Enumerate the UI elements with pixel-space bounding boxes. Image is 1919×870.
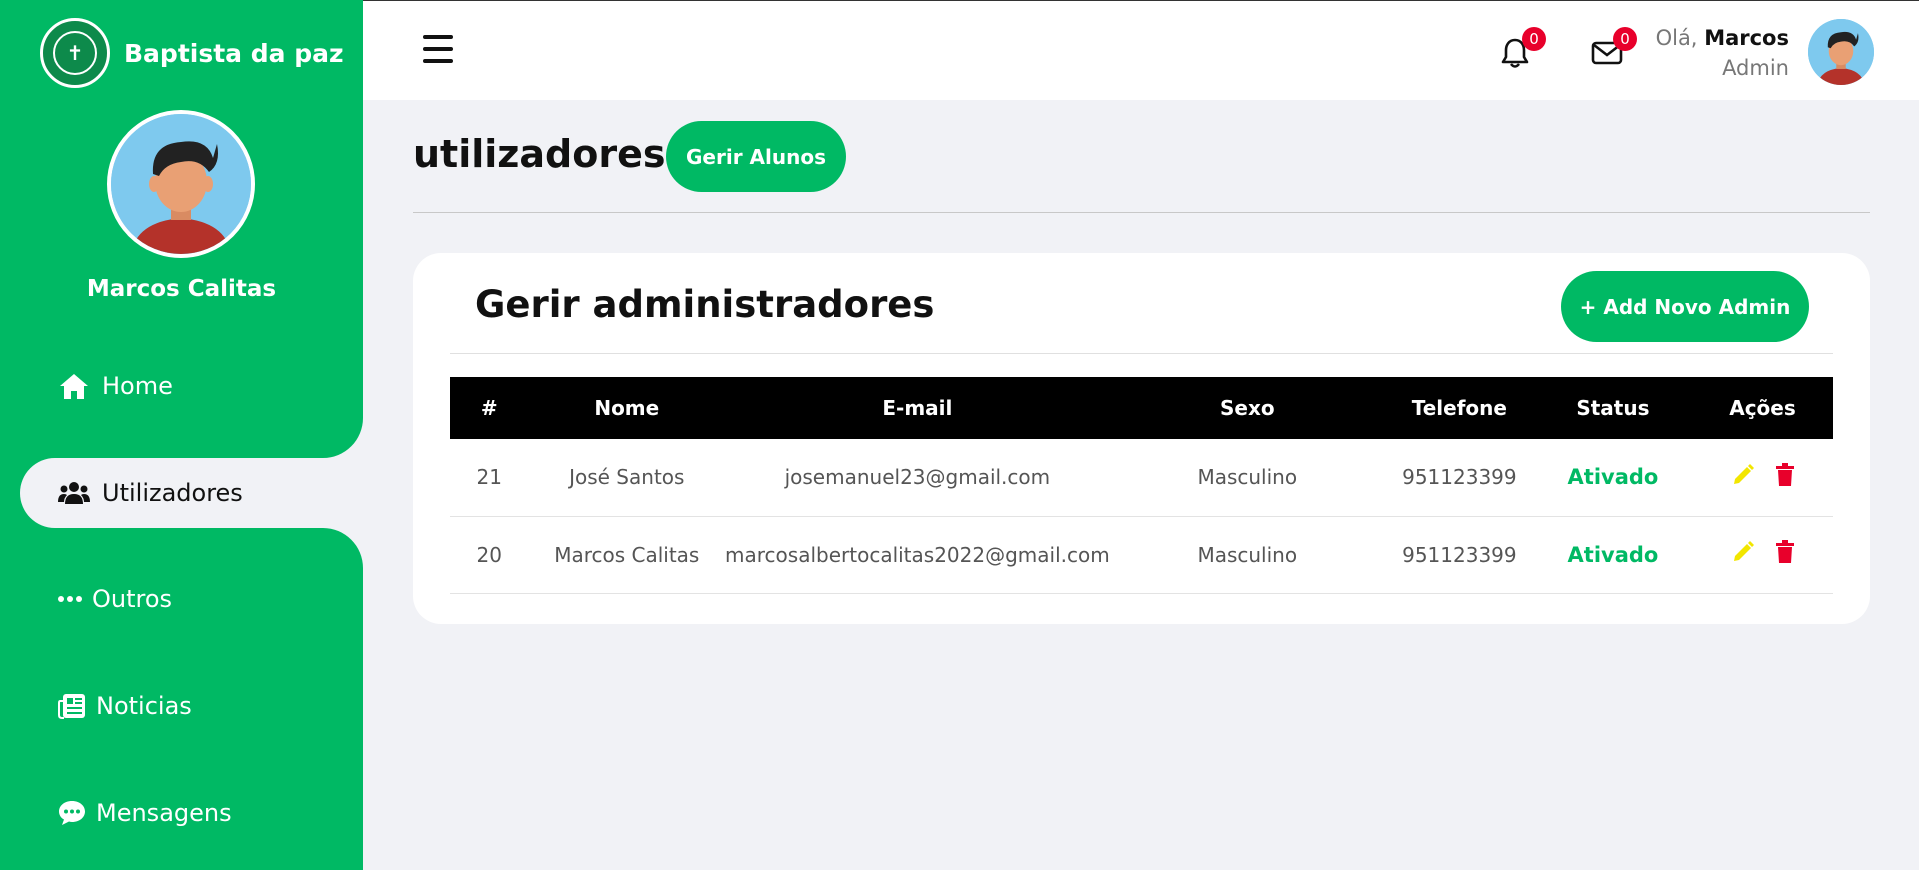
- nav-corner: [323, 418, 363, 458]
- brand[interactable]: ✝ Baptista da paz: [40, 18, 344, 88]
- cell-actions: [1692, 516, 1833, 593]
- gerir-alunos-button[interactable]: Gerir Alunos: [666, 121, 846, 192]
- delete-icon[interactable]: [1775, 540, 1795, 564]
- status-badge: Ativado: [1567, 542, 1659, 567]
- sidebar-item-label: Outros: [92, 585, 173, 613]
- sidebar-item-label: Utilizadores: [102, 479, 243, 507]
- school-crest-icon: ✝: [40, 18, 110, 88]
- cell-telefone: 951123399: [1402, 465, 1517, 490]
- users-icon: [58, 477, 90, 509]
- message-count-badge: 0: [1613, 27, 1637, 51]
- sidebar-item-label: Mensagens: [96, 799, 232, 827]
- nav-corner: [323, 528, 363, 568]
- column-header: Ações: [1729, 396, 1796, 420]
- sidebar-item-label: Home: [102, 372, 173, 400]
- edit-icon[interactable]: [1731, 540, 1755, 564]
- page-title: utilizadores: [413, 132, 666, 176]
- brand-name: Baptista da paz: [124, 38, 344, 68]
- cell-email: marcosalbertocalitas2022@gmail.com: [725, 542, 1110, 567]
- cell-nome: Marcos Calitas: [554, 542, 700, 567]
- divider: [450, 353, 1833, 354]
- chat-icon: [58, 797, 86, 829]
- column-header: Status: [1576, 396, 1650, 420]
- user-role: Admin: [1722, 56, 1789, 80]
- notifications-button[interactable]: 0: [1500, 27, 1546, 69]
- sidebar-item-outros[interactable]: Outros: [58, 583, 172, 615]
- avatar[interactable]: [1808, 19, 1874, 85]
- cell-id: 21: [476, 465, 502, 490]
- greeting-text: Olá,: [1655, 26, 1698, 50]
- sidebar-item-utilizadores[interactable]: Utilizadores: [58, 477, 243, 509]
- status-badge: Ativado: [1567, 465, 1659, 490]
- column-header: Sexo: [1219, 396, 1275, 420]
- sidebar-item-noticias[interactable]: Noticias: [58, 690, 192, 722]
- user-name: Marcos: [1704, 26, 1789, 50]
- column-header: Nome: [594, 396, 660, 420]
- add-admin-button[interactable]: + Add Novo Admin: [1561, 271, 1809, 342]
- profile-avatar: [107, 110, 255, 258]
- more-dots-icon: [58, 583, 82, 615]
- admins-table: # Nome E-mail Sexo Telefone Status Ações…: [450, 377, 1833, 594]
- cell-sexo: Masculino: [1197, 542, 1298, 567]
- notification-count-badge: 0: [1522, 27, 1546, 51]
- profile-name: Marcos Calitas: [86, 276, 277, 302]
- cell-sexo: Masculino: [1197, 465, 1298, 490]
- cell-id: 20: [476, 542, 502, 567]
- sidebar-item-mensagens[interactable]: Mensagens: [58, 797, 232, 829]
- sidebar: ✝ Baptista da paz Marcos Calitas Home Ut…: [0, 0, 363, 870]
- column-header: E-mail: [882, 396, 953, 420]
- table-row: 20 Marcos Calitas marcosalbertocalitas20…: [450, 516, 1833, 593]
- cell-actions: [1692, 439, 1833, 516]
- divider: [413, 212, 1870, 213]
- sidebar-item-home[interactable]: Home: [58, 370, 173, 402]
- sidebar-item-label: Noticias: [96, 692, 192, 720]
- column-header: Telefone: [1411, 396, 1507, 420]
- delete-icon[interactable]: [1775, 462, 1795, 487]
- admins-card: Gerir administradores + Add Novo Admin #…: [413, 253, 1870, 624]
- card-title: Gerir administradores: [475, 283, 935, 326]
- user-greeting[interactable]: Olá, Marcos Admin: [1656, 23, 1789, 83]
- cell-nome: José Santos: [569, 465, 685, 490]
- menu-toggle-icon[interactable]: [423, 35, 453, 63]
- topbar: 0 0 Olá, Marcos Admin: [363, 0, 1919, 100]
- cell-email: josemanuel23@gmail.com: [784, 465, 1051, 490]
- table-header-row: # Nome E-mail Sexo Telefone Status Ações: [450, 377, 1833, 439]
- newspaper-icon: [58, 690, 86, 722]
- home-icon: [58, 370, 90, 402]
- column-header: #: [480, 396, 498, 420]
- table-row: 21 José Santos josemanuel23@gmail.com Ma…: [450, 439, 1833, 516]
- messages-button[interactable]: 0: [1591, 27, 1637, 69]
- cell-telefone: 951123399: [1402, 542, 1517, 567]
- edit-icon[interactable]: [1731, 463, 1755, 487]
